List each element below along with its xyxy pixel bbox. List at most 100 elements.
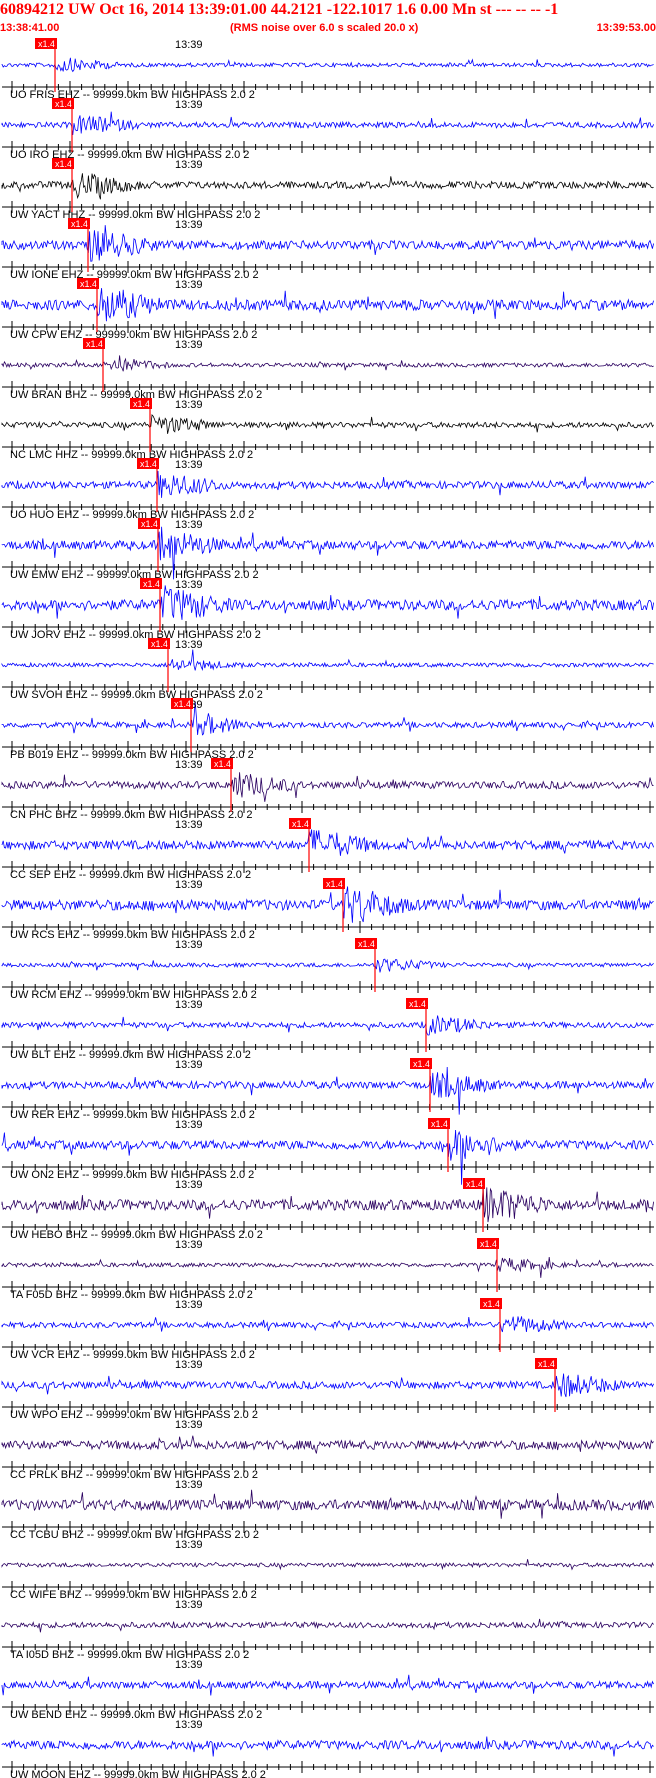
pick-label: x1.4 <box>483 1299 500 1309</box>
trace-panel: 13:39 UW RER EHZ -- 99999.0km BW HIGHPASS… <box>1 1058 654 1121</box>
trace-panel: 13:39 CC WIFE BHZ -- 99999.0km BW HIGHPAS… <box>1 1539 654 1601</box>
waveform <box>1 886 654 923</box>
trace-panel: 13:39 UW YACT HHZ -- 99999.0km BW HIGHPAS… <box>1 158 654 221</box>
time-tick-label: 13:39 <box>175 1719 203 1731</box>
pick-label: x1.4 <box>71 219 88 229</box>
station-label: UW HEBO BHZ -- 99999.0km BW HIGHPASS 2.0… <box>10 1229 263 1241</box>
trace-panel: 13:39 UW SVOH EHZ -- 99999.0km BW HIGHPAS… <box>1 638 654 701</box>
trace-panel: 13:39 UW RCS EHZ -- 99999.0km BW HIGHPASS… <box>1 878 654 941</box>
trace-panel: 13:39 NC LMC HHZ -- 99999.0km BW HIGHPASS… <box>1 398 654 461</box>
station-label: CC PRLK BHZ -- 99999.0km BW HIGHPASS 2.0… <box>10 1469 258 1481</box>
station-label: UW JORV EHZ -- 99999.0km BW HIGHPASS 2.0… <box>10 629 261 641</box>
waveform <box>1 1618 654 1633</box>
trace-panel: 13:39 UW EMW EHZ -- 99999.0km BW HIGHPASS… <box>1 518 654 581</box>
pick-label: x1.4 <box>538 1359 555 1369</box>
station-label: UW WPO EHZ -- 99999.0km BW HIGHPASS 2.0 … <box>10 1409 258 1421</box>
waveform <box>1 57 654 73</box>
station-label: UW BEND EHZ -- 99999.0km BW HIGHPASS 2.0… <box>10 1709 262 1721</box>
pick-label: x1.4 <box>466 1179 483 1189</box>
time-tick-label: 13:39 <box>175 39 203 51</box>
waveform <box>1 1257 654 1278</box>
waveform <box>1 225 654 262</box>
trace-panel: 13:39 UW HEBO BHZ -- 99999.0km BW HIGHPAS… <box>1 1178 654 1241</box>
time-tick-label: 13:39 <box>175 399 203 411</box>
station-label: CN PHC BHZ -- 99999.0km BW HIGHPASS 2.0 … <box>10 809 252 821</box>
trace-panel: 13:39 UO IRO EHZ -- 99999.0km BW HIGHPASS… <box>1 98 654 161</box>
pick-label: x1.4 <box>431 1119 448 1129</box>
pick-label: x1.4 <box>55 159 72 169</box>
trace-panel: 13:39 TA I05D BHZ -- 99999.0km BW HIGHPAS… <box>1 1599 654 1661</box>
time-tick-label: 13:39 <box>175 759 203 771</box>
station-label: UW YACT HHZ -- 99999.0km BW HIGHPASS 2.0… <box>10 209 260 221</box>
pick-label: x1.4 <box>140 459 157 469</box>
time-tick-label: 13:39 <box>175 819 203 831</box>
station-label: NC LMC HHZ -- 99999.0km BW HIGHPASS 2.0 … <box>10 449 253 461</box>
time-tick-label: 13:39 <box>175 459 203 471</box>
waveform <box>1 772 654 802</box>
time-tick-label: 13:39 <box>175 1059 203 1071</box>
time-tick-label: 13:39 <box>175 1239 203 1251</box>
waveform <box>1 1373 654 1398</box>
waveform <box>1 829 654 856</box>
station-label: UW RER EHZ -- 99999.0km BW HIGHPASS 2.0 … <box>10 1109 255 1121</box>
trace-panel: 13:39 UW MOON EHZ -- 99999.0km BW HIGHPAS… <box>1 1719 654 1778</box>
station-label: UW ON2 EHZ -- 99999.0km BW HIGHPASS 2.0 … <box>10 1169 254 1181</box>
trace-panel: 13:39 UW JORV EHZ -- 99999.0km BW HIGHPAS… <box>1 578 654 641</box>
station-label: UW CPW EHZ -- 99999.0km BW HIGHPASS 2.0 … <box>10 329 257 341</box>
pick-label: x1.4 <box>80 279 97 289</box>
trace-panel: 13:39 UW ON2 EHZ -- 99999.0km BW HIGHPASS… <box>1 1118 654 1185</box>
waveform <box>1 1674 654 1696</box>
station-label: UW RCS EHZ -- 99999.0km BW HIGHPASS 2.0 … <box>10 929 255 941</box>
time-tick-label: 13:39 <box>175 219 203 231</box>
station-label: UW VCR EHZ -- 99999.0km BW HIGHPASS 2.0 … <box>10 1349 255 1361</box>
pick-label: x1.4 <box>480 1239 497 1249</box>
waveform <box>1 1015 654 1036</box>
trace-panel: 13:39 CC TCBU BHZ -- 99999.0km BW HIGHPAS… <box>1 1479 654 1541</box>
station-label: CC TCBU BHZ -- 99999.0km BW HIGHPASS 2.0… <box>10 1529 259 1541</box>
pick-label: x1.4 <box>214 759 231 769</box>
time-tick-label: 13:39 <box>175 1539 203 1551</box>
time-tick-label: 13:39 <box>175 99 203 111</box>
waveform <box>1 585 654 620</box>
pick-label: x1.4 <box>326 879 343 889</box>
waveform <box>1 958 654 973</box>
pick-label: x1.4 <box>174 699 191 709</box>
pick-label: x1.4 <box>409 999 426 1009</box>
time-tick-label: 13:39 <box>175 159 203 171</box>
time-tick-label: 13:39 <box>175 879 203 891</box>
trace-panel: 13:39 UW IONE EHZ -- 99999.0km BW HIGHPAS… <box>1 218 654 281</box>
time-tick-label: 13:39 <box>175 999 203 1011</box>
station-label: UO IRO EHZ -- 99999.0km BW HIGHPASS 2.0 … <box>10 149 249 161</box>
station-label: UO FRIS EHZ -- 99999.0km BW HIGHPASS 2.0… <box>10 89 255 101</box>
station-label: CC SEP EHZ -- 99999.0km BW HIGHPASS 2.0 … <box>10 869 251 881</box>
seismogram-plot: 13:39UO FRIS EHZ -- 99999.0km BW HIGHPAS… <box>1 38 654 1778</box>
trace-panel: 13:39 UW CPW EHZ -- 99999.0km BW HIGHPASS… <box>1 278 654 341</box>
station-label: UW IONE EHZ -- 99999.0km BW HIGHPASS 2.0… <box>10 269 259 281</box>
pick-label: x1.4 <box>38 39 55 49</box>
trace-panel: 13:39 UO FRIS EHZ -- 99999.0km BW HIGHPAS… <box>1 38 654 101</box>
station-label: CC WIFE BHZ -- 99999.0km BW HIGHPASS 2.0… <box>10 1589 257 1601</box>
time-tick-label: 13:39 <box>175 339 203 351</box>
station-label: TA I05D BHZ -- 99999.0km BW HIGHPASS 2.0… <box>10 1649 249 1661</box>
pick-label: x1.4 <box>141 519 158 529</box>
time-tick-label: 13:39 <box>175 1179 203 1191</box>
station-label: UW RCM EHZ -- 99999.0km BW HIGHPASS 2.0 … <box>10 989 257 1001</box>
time-tick-label: 13:39 <box>175 639 203 651</box>
trace-panel: 13:39UW BRAN BHZ -- 99999.0km BW HIGHPAS… <box>1 338 654 401</box>
time-tick-label: 13:39 <box>175 1659 203 1671</box>
pick-label: x1.4 <box>143 579 160 589</box>
time-tick-label: 13:39 <box>175 1359 203 1371</box>
trace-panel: 13:39 UW WPO EHZ -- 99999.0km BW HIGHPASS… <box>1 1358 654 1421</box>
trace-panel: 13:39 TA F05D BHZ -- 99999.0km BW HIGHPAS… <box>1 1238 654 1301</box>
waveform <box>1 1559 654 1571</box>
trace-panel: 13:39PB B019 EHZ -- 99999.0km BW HIGHPAS… <box>1 698 654 761</box>
waveform <box>1 288 654 322</box>
time-tick-label: 13:39 <box>175 1479 203 1491</box>
trace-panel: 13:39 UW BLT EHZ -- 99999.0km BW HIGHPASS… <box>1 998 654 1061</box>
station-label: UW EMW EHZ -- 99999.0km BW HIGHPASS 2.0 … <box>10 569 259 581</box>
waveform <box>1 470 654 498</box>
pick-label: x1.4 <box>358 939 375 949</box>
waveform <box>1 701 654 736</box>
trace-panel: 13:39 UW RCM EHZ -- 99999.0km BW HIGHPASS… <box>1 938 654 1001</box>
waveform <box>1 1316 654 1333</box>
